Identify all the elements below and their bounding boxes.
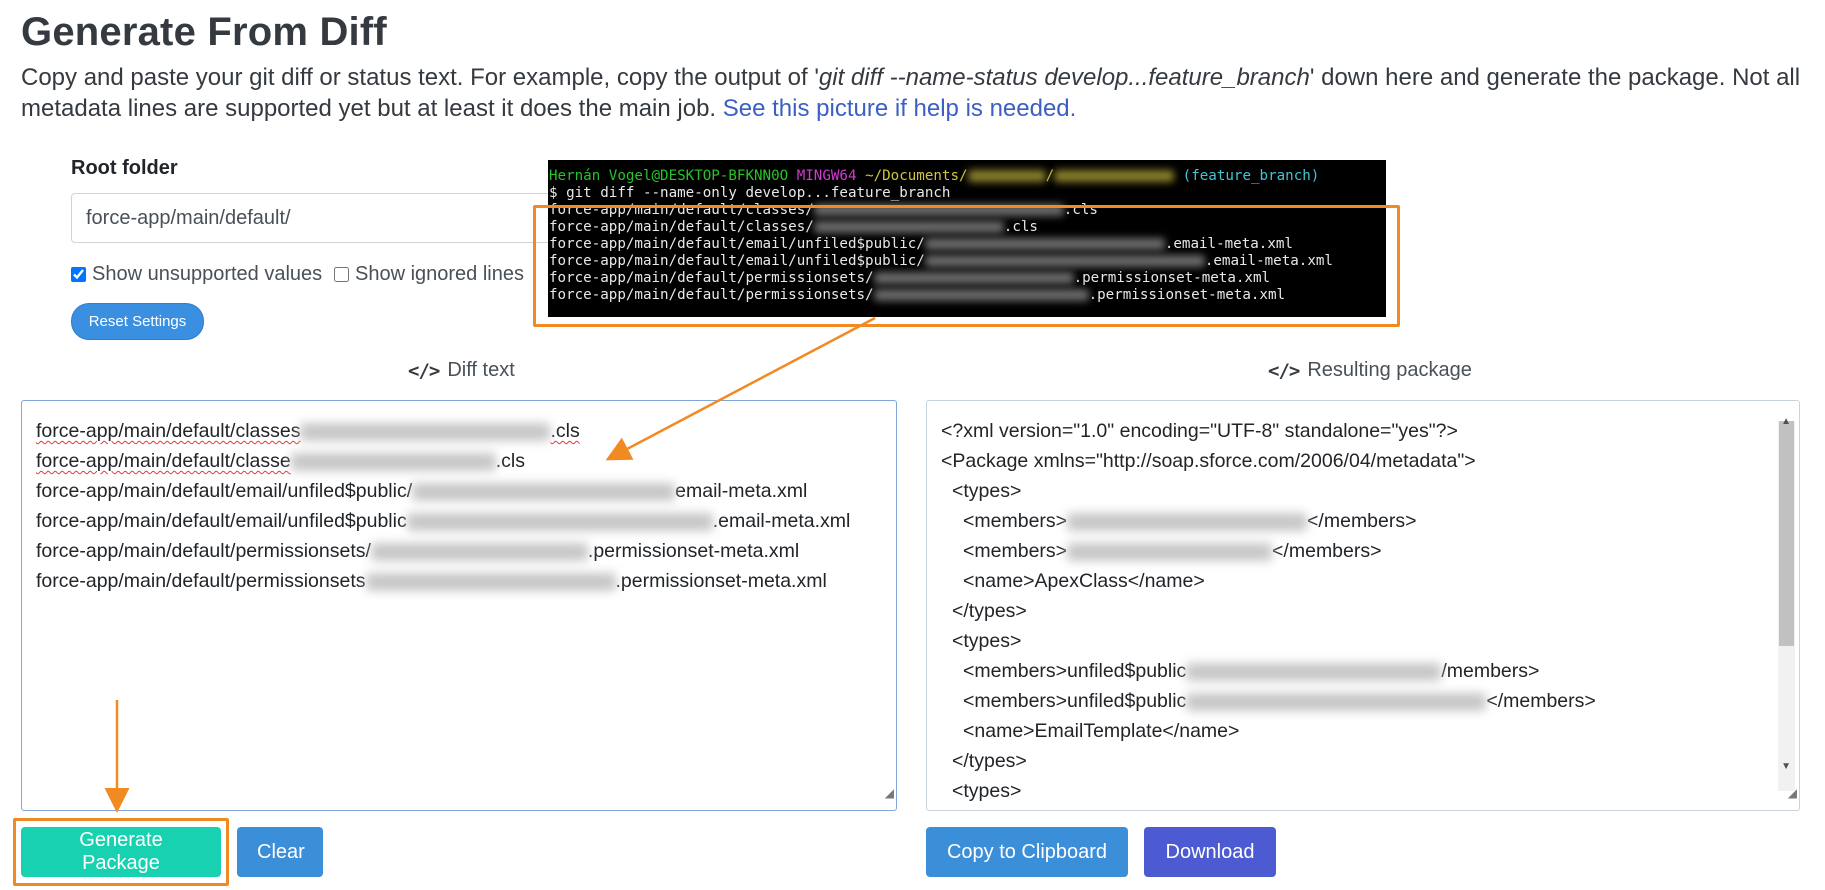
show-ignored-option[interactable]: Show ignored lines [334, 263, 524, 286]
diff-text-heading: </> Diff text [408, 359, 515, 382]
xml-line: <types> [952, 630, 1022, 652]
intro-part1: Copy and paste your git diff or status t… [21, 64, 819, 91]
show-unsupported-checkbox[interactable] [71, 267, 86, 282]
diff-line: force-app/main/default/classe .cls [36, 450, 525, 472]
xml-line: <members> </members> [963, 540, 1382, 562]
terminal-line: force-app/main/default/email/unfiled$pub… [549, 253, 1333, 269]
terminal-line: force-app/main/default/permissionsets/.p… [549, 287, 1286, 303]
show-unsupported-option[interactable]: Show unsupported values [71, 263, 322, 286]
diff-text-area[interactable]: force-app/main/default/classes .cls force… [21, 400, 897, 811]
resize-grip-icon[interactable]: ◢ [1788, 778, 1797, 808]
copy-to-clipboard-button[interactable]: Copy to Clipboard [926, 827, 1128, 877]
xml-line: <members>unfiled$public/members> [963, 660, 1540, 682]
terminal-branch: (feature_branch) [1182, 168, 1320, 184]
diff-line: force-app/main/default/classes .cls [36, 420, 580, 442]
terminal-line: force-app/main/default/classes/.cls [549, 202, 1098, 218]
resulting-package-heading: </> Resulting package [1268, 359, 1472, 382]
terminal-line: force-app/main/default/classes/.cls [549, 219, 1038, 235]
resulting-package-area[interactable]: <?xml version="1.0" encoding="UTF-8" sta… [926, 400, 1800, 811]
scroll-up-icon[interactable]: ▲ [1781, 407, 1791, 437]
xml-line: <types> [952, 780, 1022, 802]
resize-grip-icon[interactable]: ◢ [885, 778, 894, 808]
scrollbar-thumb[interactable] [1779, 421, 1794, 646]
diff-line: force-app/main/default/email/unfiled$pub… [36, 480, 808, 502]
vertical-scrollbar[interactable] [1778, 421, 1795, 791]
reset-settings-button[interactable]: Reset Settings [71, 303, 204, 340]
terminal-env: MINGW64 [796, 168, 857, 184]
diff-line: force-app/main/default/permissionsets/.p… [36, 540, 800, 562]
diff-line: force-app/main/default/permissionsets .pe… [36, 570, 827, 592]
show-unsupported-label: Show unsupported values [92, 263, 323, 285]
page-title: Generate From Diff [21, 10, 387, 54]
xml-line: <Package xmlns="http://soap.sforce.com/2… [941, 450, 1476, 472]
xml-line: </types> [952, 750, 1027, 772]
terminal-command: $ git diff --name-only develop...feature… [549, 185, 951, 201]
show-ignored-label: Show ignored lines [355, 263, 524, 285]
terminal-line: force-app/main/default/email/unfiled$pub… [549, 236, 1293, 252]
generate-package-button[interactable]: Generate Package [21, 827, 221, 877]
xml-line: <?xml version="1.0" encoding="UTF-8" sta… [941, 420, 1458, 442]
xml-line: <name>ApexClass</name> [963, 570, 1205, 592]
terminal-user: Hernán Vogel@DESKTOP-BFKNN0O [549, 168, 789, 184]
terminal-line: force-app/main/default/permissionsets/.p… [549, 270, 1271, 286]
download-button[interactable]: Download [1144, 827, 1276, 877]
terminal-path: ~/Documents/ [865, 168, 968, 184]
xml-line: <name>EmailTemplate</name> [963, 720, 1240, 742]
clear-button[interactable]: Clear [237, 827, 323, 877]
code-icon: </> [1268, 359, 1300, 382]
code-icon: </> [408, 359, 440, 382]
diff-line: force-app/main/default/email/unfiled$pub… [36, 510, 851, 532]
xml-line: <members>unfiled$public </members> [963, 690, 1596, 712]
help-picture-link[interactable]: See this picture if help is needed. [723, 95, 1077, 122]
xml-line: <types> [952, 480, 1022, 502]
intro-text: Copy and paste your git diff or status t… [21, 62, 1811, 124]
diff-text-heading-label: Diff text [447, 359, 515, 381]
xml-line: <members> </members> [963, 510, 1417, 532]
terminal-screenshot: Hernán Vogel@DESKTOP-BFKNN0O MINGW64 ~/D… [548, 160, 1386, 317]
intro-command: git diff --name-status develop...feature… [818, 64, 1310, 91]
xml-line: </types> [952, 600, 1027, 622]
redacted-folder [1054, 170, 1175, 182]
root-folder-input[interactable] [71, 193, 551, 243]
show-ignored-checkbox[interactable] [334, 267, 349, 282]
resulting-package-heading-label: Resulting package [1307, 359, 1472, 381]
redacted-folder [967, 170, 1046, 182]
root-folder-label: Root folder [71, 157, 178, 179]
